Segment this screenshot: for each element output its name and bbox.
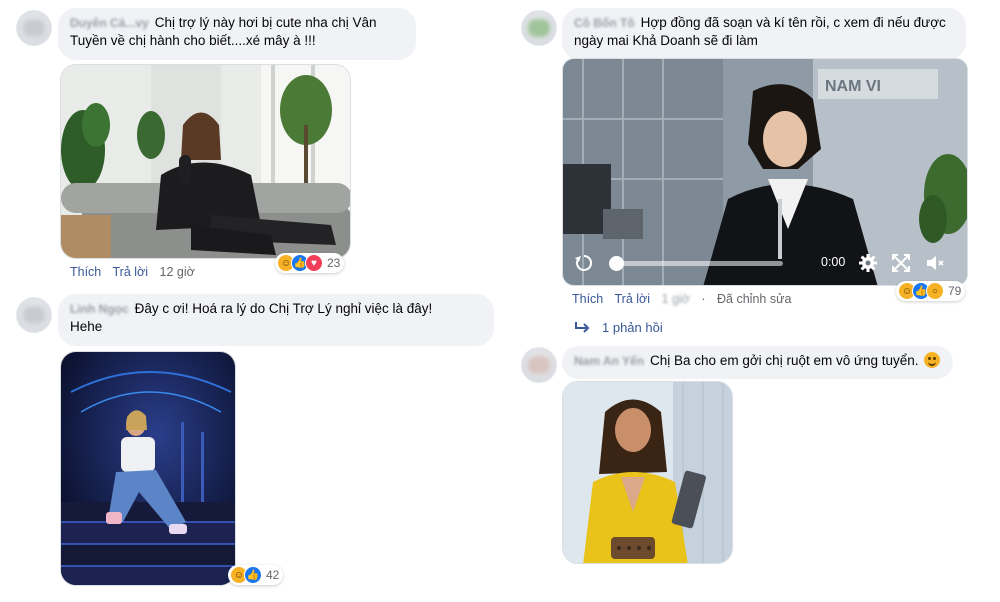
like-link[interactable]: Thích bbox=[70, 265, 101, 279]
reply-link[interactable]: Trả lời bbox=[113, 265, 149, 279]
video-watermark-text: NAM VI bbox=[825, 78, 881, 95]
edited-label: Đã chỉnh sửa bbox=[717, 292, 792, 306]
replies-count-label: 1 phản hồi bbox=[602, 320, 663, 335]
grinning-face-emoji-icon bbox=[924, 352, 941, 368]
comment-time[interactable]: 1 giờ bbox=[662, 292, 690, 306]
like-link[interactable]: Thích bbox=[572, 292, 603, 306]
gear-icon[interactable] bbox=[857, 252, 879, 274]
commenter-avatar[interactable] bbox=[521, 10, 557, 46]
comment-bubble: Nam An Yến Chị Ba cho em gởi chị ruột em … bbox=[562, 346, 953, 379]
replay-icon[interactable] bbox=[573, 252, 595, 274]
video-time: 0:00 bbox=[821, 255, 846, 269]
video-progress-bar[interactable] bbox=[613, 261, 783, 266]
comment-text: Chị Ba cho em gởi chị ruột em vô ứng tuy… bbox=[650, 353, 919, 368]
commenter-name[interactable]: Cô Bốn Tô bbox=[574, 16, 635, 30]
comment-photo[interactable] bbox=[60, 64, 351, 259]
commenter-name[interactable]: Nam An Yến bbox=[574, 354, 644, 368]
reaction-count: 23 bbox=[327, 256, 341, 270]
comment-actions: Thích Trả lời 1 giờ · Đã chỉnh sửa bbox=[572, 292, 792, 306]
comment-video-player[interactable]: NAM VI 0:00 bbox=[562, 58, 968, 286]
commenter-avatar[interactable] bbox=[16, 297, 52, 333]
reaction-summary[interactable]: ☺ 👍 ○ 79 bbox=[896, 281, 966, 301]
photo-woman-stage bbox=[61, 352, 235, 585]
comment-text: Đây c ơi! Hoá ra lý do Chị Trợ Lý nghỉ v… bbox=[134, 301, 433, 316]
comment-actions: Thích Trả lời 12 giờ bbox=[70, 265, 203, 279]
love-reaction-icon: ♥ bbox=[305, 254, 323, 272]
view-replies-link[interactable]: 1 phản hồi bbox=[574, 320, 663, 335]
commenter-name[interactable]: Linh Ngọc bbox=[70, 302, 129, 316]
video-scrubber-handle[interactable] bbox=[609, 256, 624, 271]
commenter-name[interactable]: Duyên Cá...vy bbox=[70, 16, 149, 30]
volume-mute-icon[interactable] bbox=[924, 252, 946, 274]
photo-woman-sofa bbox=[61, 65, 350, 258]
like-reaction-icon: 👍 bbox=[244, 566, 262, 584]
comment-text-line2: Tuyền về chị hành cho biết....xé mây à !… bbox=[70, 33, 316, 48]
comment-text-line2: Hehe bbox=[70, 319, 103, 334]
comment-bubble: Cô Bốn Tô Hợp đồng đã soạn và kí tên rồi,… bbox=[562, 8, 966, 60]
comment-photo[interactable] bbox=[60, 351, 236, 586]
comment-text: Hợp đồng đã soạn và kí tên rồi, c xem đi… bbox=[640, 15, 946, 30]
reaction-count: 79 bbox=[948, 284, 962, 298]
comment-text-line2: ngày mai Khả Doanh sẽ đi làm bbox=[574, 33, 758, 48]
comment-bubble: Linh Ngọc Đây c ơi! Hoá ra lý do Chị Trợ … bbox=[58, 294, 494, 346]
commenter-avatar[interactable] bbox=[16, 10, 52, 46]
photo-woman-yellow-suit bbox=[563, 382, 732, 563]
commenter-avatar[interactable] bbox=[521, 347, 557, 383]
comment-text: Chị trợ lý này hơi bị cute nha chị Vân bbox=[154, 15, 377, 30]
reply-link[interactable]: Trả lời bbox=[615, 292, 651, 306]
wow-reaction-icon: ○ bbox=[926, 282, 944, 300]
fullscreen-icon[interactable] bbox=[891, 253, 911, 273]
reaction-count: 42 bbox=[266, 568, 280, 582]
reply-arrow-icon bbox=[575, 321, 590, 333]
comment-time[interactable]: 12 giờ bbox=[160, 265, 195, 279]
reaction-summary[interactable]: ☺ 👍 42 bbox=[228, 565, 284, 585]
reaction-summary[interactable]: ☺ 👍 ♥ 23 bbox=[275, 253, 345, 273]
comment-bubble: Duyên Cá...vy Chị trợ lý này hơi bị cute … bbox=[58, 8, 416, 60]
video-controls: 0:00 bbox=[563, 241, 967, 285]
comment-photo[interactable] bbox=[562, 381, 733, 564]
